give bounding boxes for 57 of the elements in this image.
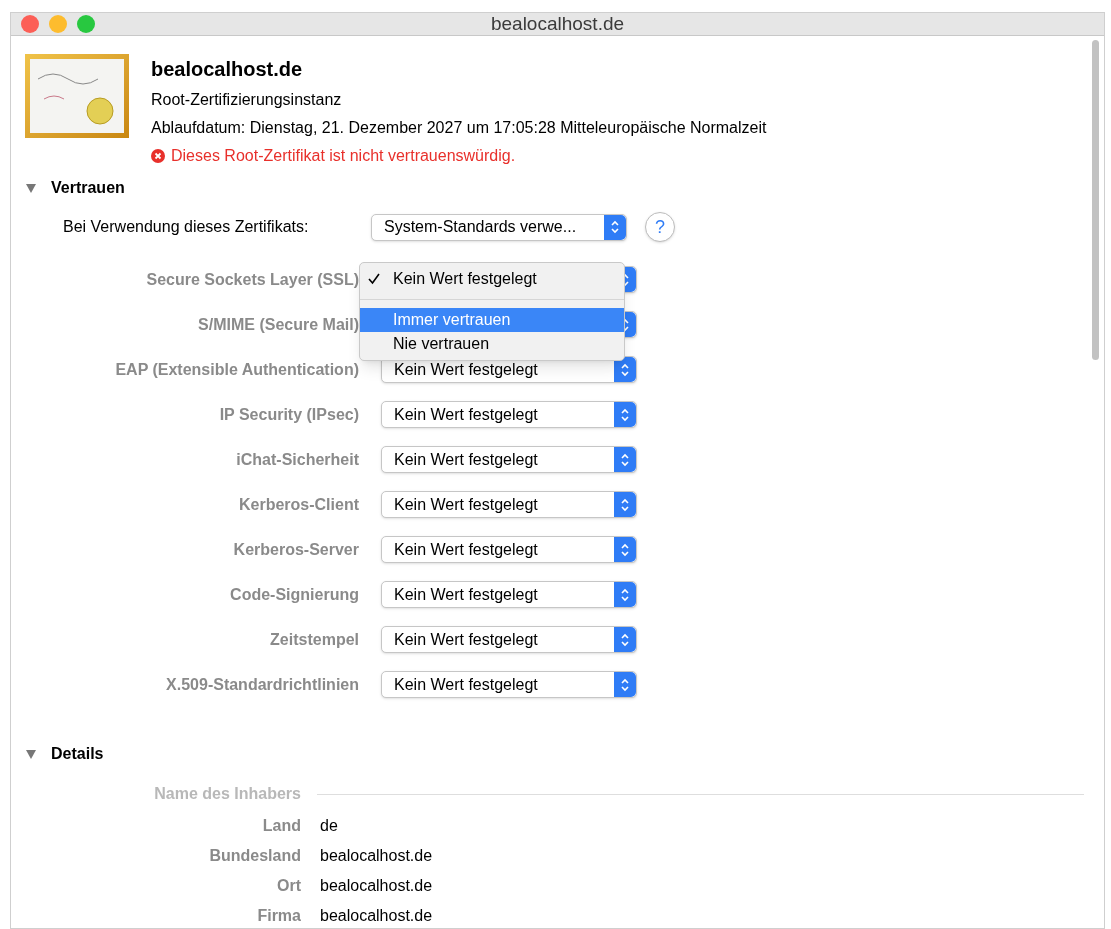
stepper-icon	[614, 492, 636, 517]
trust-select[interactable]: Kein Wert festgelegt	[381, 536, 637, 563]
zoom-button[interactable]	[77, 15, 95, 33]
detail-label: Ort	[276, 876, 301, 896]
trust-select[interactable]: Kein Wert festgelegt	[381, 491, 637, 518]
detail-value: bealocalhost.de	[320, 906, 433, 926]
menu-item[interactable]: Nie vertrauen	[360, 332, 624, 356]
detail-value: bealocalhost.de	[320, 846, 433, 866]
checkmark-icon	[368, 273, 380, 285]
menu-item[interactable]: Kein Wert festgelegt	[360, 267, 624, 291]
stepper-icon	[614, 672, 636, 697]
trust-setting-label: EAP (Extensible Authentication)	[114, 359, 359, 380]
menu-item[interactable]: Immer vertrauen	[360, 308, 624, 332]
detail-label: Land	[261, 816, 301, 836]
trust-setting-label: Kerberos-Client	[237, 494, 359, 515]
usage-label: Bei Verwendung dieses Zertifikats:	[63, 217, 310, 237]
disclosure-down-icon[interactable]	[25, 748, 37, 760]
detail-value: de	[320, 816, 338, 836]
certificate-type: Root-Zertifizierungsinstanz	[151, 90, 343, 110]
detail-value: bealocalhost.de	[320, 876, 433, 896]
stepper-icon	[614, 402, 636, 427]
usage-select[interactable]: System-Standards verwe...	[371, 213, 627, 241]
stepper-icon	[614, 537, 636, 562]
trust-setting-label: Code-Signierung	[229, 584, 359, 605]
trust-setting-label: Secure Sockets Layer (SSL)	[145, 269, 359, 290]
trust-setting-label: IP Security (IPsec)	[218, 404, 359, 425]
window-title: bealocalhost.de	[490, 11, 625, 36]
trust-select[interactable]: Kein Wert festgelegt	[381, 401, 637, 428]
trust-setting-label: Zeitstempel	[269, 629, 359, 650]
trust-select[interactable]: Kein Wert festgelegt	[381, 446, 637, 473]
trust-setting-label: S/MIME (Secure Mail)	[197, 314, 359, 335]
help-button[interactable]: ?	[645, 212, 675, 242]
trust-select[interactable]: Kein Wert festgelegt	[381, 671, 637, 698]
expiry-date: Ablaufdatum: Dienstag, 21. Dezember 2027 um 17:05:28 Mitteleuropäische Normalzeit	[151, 118, 767, 138]
trust-setting-label: X.509-Standardrichtlinien	[165, 674, 359, 695]
close-button[interactable]	[21, 15, 39, 33]
certificate-name: bealocalhost.de	[151, 57, 304, 82]
minimize-button[interactable]	[49, 15, 67, 33]
detail-label: Bundesland	[208, 846, 301, 866]
trust-warning: Dieses Root-Zertifikat ist nicht vertrauenswürdig.	[171, 146, 516, 166]
trust-setting-label: Kerberos-Server	[232, 539, 359, 560]
stepper-icon	[614, 357, 636, 382]
error-icon	[151, 149, 165, 163]
trust-setting-label: iChat-Sicherheit	[235, 449, 359, 470]
detail-label: Firma	[256, 906, 301, 926]
details-section-heading: Name des Inhabers	[153, 784, 301, 804]
scrollbar-thumb[interactable]	[1092, 40, 1099, 360]
stepper-icon	[614, 582, 636, 607]
trust-select[interactable]: Kein Wert festgelegt	[381, 581, 637, 608]
stepper-icon	[614, 627, 636, 652]
section-title: Details	[51, 744, 104, 764]
certificate-icon	[25, 54, 129, 138]
section-title: Vertrauen	[51, 178, 125, 198]
stepper-icon	[604, 214, 626, 240]
trust-select[interactable]: Kein Wert festgelegt	[381, 626, 637, 653]
disclosure-down-icon[interactable]	[25, 182, 37, 194]
stepper-icon	[614, 447, 636, 472]
